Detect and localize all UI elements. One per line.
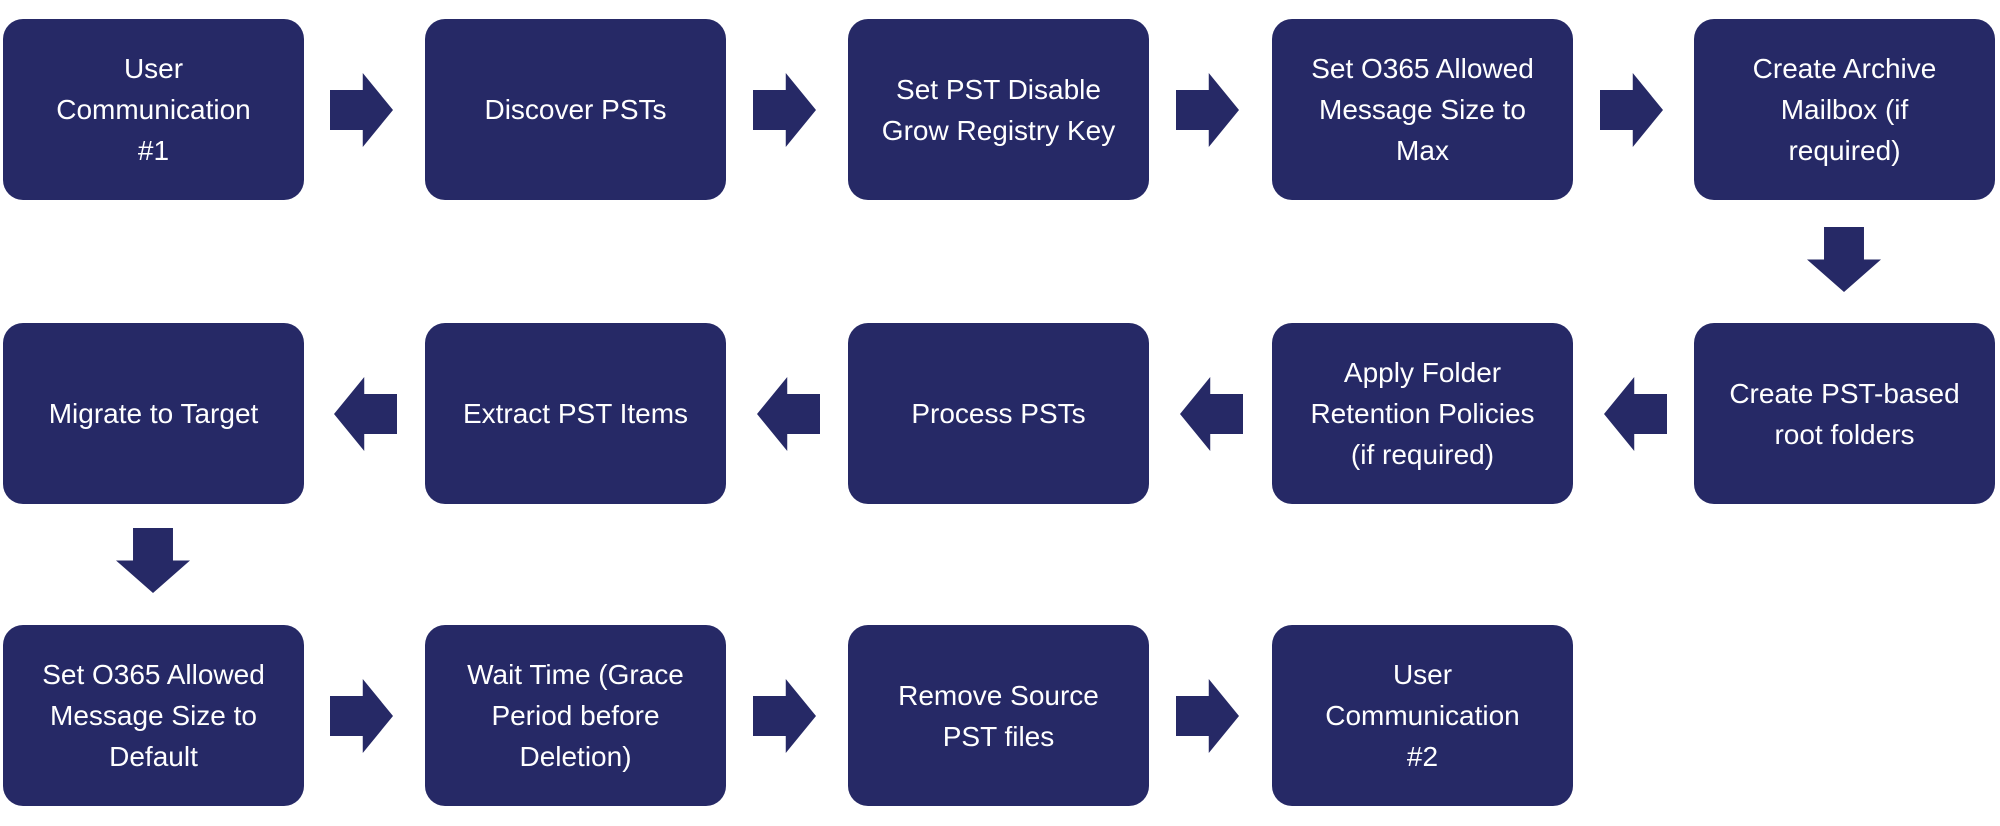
arrow-left-icon xyxy=(334,377,397,451)
arrow-left-icon xyxy=(1604,377,1667,451)
arrow-right-icon xyxy=(1176,679,1239,753)
step-label-line: Set O365 Allowed xyxy=(1311,53,1534,84)
process-step-9: Extract PST Items xyxy=(425,323,726,504)
step-label-line: Create Archive xyxy=(1752,53,1937,84)
step-label-line: Extract PST Items xyxy=(462,398,689,429)
step-label-line: User xyxy=(1392,659,1453,690)
process-step-1: User Communication #1 xyxy=(3,19,304,200)
step-label-line: Wait Time (Grace xyxy=(467,659,684,690)
step-label-line: PST files xyxy=(942,720,1055,752)
process-step-4: Set O365 Allowed Message Size to Max xyxy=(1272,19,1573,200)
arrow-left-icon xyxy=(757,377,820,451)
process-step-14: User Communication #2 xyxy=(1272,625,1573,806)
step-label-line: Set PST Disable xyxy=(896,73,1101,105)
step-label-line: Discover PSTs xyxy=(484,94,667,125)
step-label-line: Communication xyxy=(56,94,251,125)
process-step-13: Remove Source PST files xyxy=(848,625,1149,806)
step-label-line: Retention Policies xyxy=(1310,398,1535,429)
process-step-2: Discover PSTs xyxy=(425,19,726,200)
process-step-8: Process PSTs xyxy=(848,323,1149,504)
arrow-right-icon xyxy=(1176,73,1239,147)
step-label-line: Apply Folder xyxy=(1343,357,1502,388)
process-step-12: Wait Time (Grace Period before Deletion) xyxy=(425,625,726,806)
step-label-line: Grow Registry Key xyxy=(881,114,1116,146)
step-label-line: Mailbox (if xyxy=(1780,94,1909,125)
arrow-right-icon xyxy=(1600,73,1663,147)
step-label-line: Deletion) xyxy=(519,741,632,772)
step-label-line: Migrate to Target xyxy=(48,398,259,429)
step-label-line: User xyxy=(123,53,184,84)
step-label-line: #2 xyxy=(1406,741,1439,772)
step-label-line: Communication xyxy=(1325,700,1520,731)
process-step-6: Create PST-based root folders xyxy=(1694,323,1995,504)
step-label-line: Process PSTs xyxy=(911,398,1086,429)
process-step-5: Create Archive Mailbox (if required) xyxy=(1694,19,1995,200)
process-step-7: Apply Folder Retention Policies (if requir… xyxy=(1272,323,1573,504)
step-label-line: Max xyxy=(1396,135,1449,166)
step-label-line: required) xyxy=(1788,135,1901,166)
step-label-line: Remove Source xyxy=(898,679,1099,711)
arrow-down-icon xyxy=(1807,227,1881,292)
process-step-10: Migrate to Target xyxy=(3,323,304,504)
arrow-down-icon xyxy=(116,528,190,593)
arrow-left-icon xyxy=(1180,377,1243,451)
step-label-line: #1 xyxy=(137,135,170,166)
arrow-right-icon xyxy=(753,73,816,147)
arrow-right-icon xyxy=(330,73,393,147)
step-label-line: Message Size to xyxy=(1319,94,1526,125)
process-step-3: Set PST Disable Grow Registry Key xyxy=(848,19,1149,200)
step-label-line: (if required) xyxy=(1350,439,1495,470)
process-step-11: Set O365 Allowed Message Size to Default xyxy=(3,625,304,806)
arrow-right-icon xyxy=(330,679,393,753)
arrow-right-icon xyxy=(753,679,816,753)
step-label-line: Set O365 Allowed xyxy=(42,659,265,690)
step-label-line: root folders xyxy=(1774,418,1915,450)
step-label-line: Default xyxy=(109,741,198,772)
step-label-line: Message Size to xyxy=(50,700,257,731)
step-label-line: Create PST-based xyxy=(1729,377,1960,409)
step-label-line: Period before xyxy=(491,700,660,731)
